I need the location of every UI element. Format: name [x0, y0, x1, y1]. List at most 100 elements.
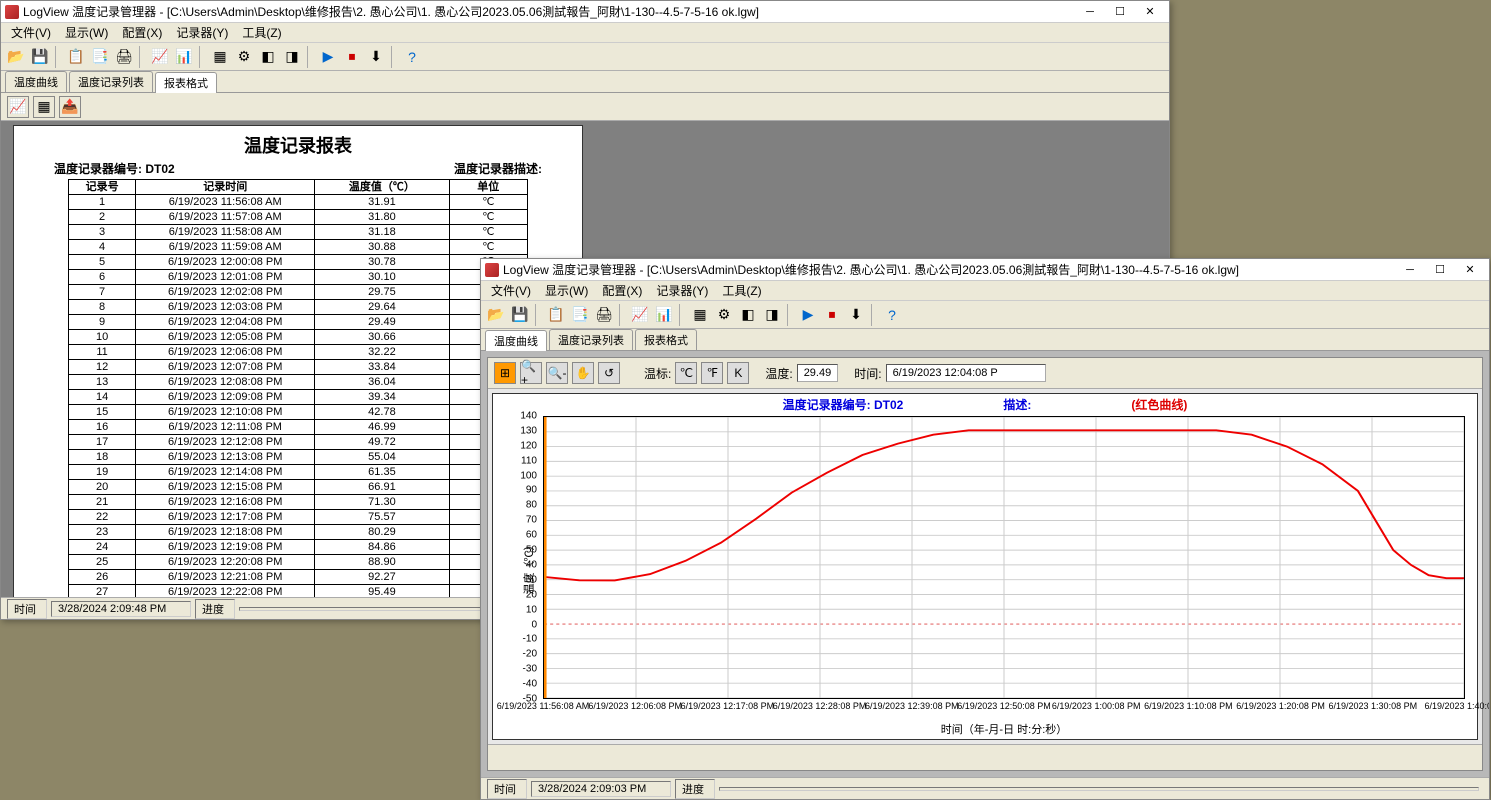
chart-legend: (红色曲线)	[1131, 396, 1187, 413]
tool-table-icon[interactable]: 📊	[173, 46, 195, 68]
tab-list[interactable]: 温度记录列表	[69, 71, 153, 92]
report-chart-icon[interactable]: 📈	[7, 96, 29, 118]
tool-download-icon[interactable]: ⬇	[845, 304, 867, 326]
app-icon	[485, 263, 499, 277]
tab-list[interactable]: 温度记录列表	[549, 329, 633, 350]
tab-report[interactable]: 报表格式	[635, 329, 697, 350]
status-time-label: 时间	[7, 599, 47, 619]
tab-curve[interactable]: 温度曲线	[5, 71, 67, 92]
tool-copy-icon[interactable]: 📑	[569, 304, 591, 326]
tool-box1-icon[interactable]: ◧	[257, 46, 279, 68]
tool-box2-icon[interactable]: ◨	[281, 46, 303, 68]
menu-tool[interactable]: 工具(Z)	[236, 22, 287, 43]
pan-icon[interactable]: ✋	[572, 362, 594, 384]
tool-open-icon[interactable]: 📂	[485, 304, 507, 326]
zoom-in-icon[interactable]: 🔍+	[520, 362, 542, 384]
table-row: 176/19/2023 12:12:08 PM49.72℃	[69, 435, 528, 450]
tool-copy-icon[interactable]: 📑	[89, 46, 111, 68]
tool-grid-icon[interactable]: ▦	[689, 304, 711, 326]
menu-view[interactable]: 显示(W)	[539, 280, 594, 301]
table-row: 106/19/2023 12:05:08 PM30.66℃	[69, 330, 528, 345]
table-row: 146/19/2023 12:09:08 PM39.34℃	[69, 390, 528, 405]
unit-celsius-button[interactable]: ℃	[675, 362, 697, 384]
menu-config[interactable]: 配置(X)	[116, 22, 168, 43]
time-value-field: 6/19/2023 12:04:08 P	[886, 364, 1046, 382]
report-export-icon[interactable]: 📤	[59, 96, 81, 118]
menu-file[interactable]: 文件(V)	[5, 22, 57, 43]
tool-table-icon[interactable]: 📊	[653, 304, 675, 326]
menu-tool[interactable]: 工具(Z)	[716, 280, 767, 301]
tool-save-as-icon[interactable]: 📋	[545, 304, 567, 326]
tool-download-icon[interactable]: ⬇	[365, 46, 387, 68]
report-toolbar: 📈 ▦ 📤	[1, 93, 1169, 121]
tool-open-icon[interactable]: 📂	[5, 46, 27, 68]
zoom-out-icon[interactable]: 🔍-	[546, 362, 568, 384]
reset-icon[interactable]: ↺	[598, 362, 620, 384]
tool-box2-icon[interactable]: ◨	[761, 304, 783, 326]
status-time: 3/28/2024 2:09:03 PM	[531, 781, 671, 797]
tool-grid-icon[interactable]: ▦	[209, 46, 231, 68]
tab-report[interactable]: 报表格式	[155, 72, 217, 93]
minimize-button[interactable]: ─	[1075, 3, 1105, 21]
plot[interactable]	[543, 416, 1465, 699]
recorder-id-label: 温度记录器编号: DT02	[54, 160, 175, 177]
tool-help-icon[interactable]: ?	[881, 304, 903, 326]
table-row: 116/19/2023 12:06:08 PM32.22℃	[69, 345, 528, 360]
menu-recorder[interactable]: 记录器(Y)	[170, 22, 234, 43]
x-ticks: 时间（年-月-日 时:分:秒） 6/19/2023 11:56:08 AM6/1…	[543, 701, 1465, 737]
x-axis-label: 时间（年-月-日 时:分:秒）	[941, 721, 1068, 737]
toolbar: 📂 💾 📋 📑 🖨 📈 📊 ▦ ⚙ ◧ ◨ ▶ ⏹ ⬇ ?	[1, 43, 1169, 71]
close-button[interactable]: ✕	[1135, 3, 1165, 21]
maximize-button[interactable]: ☐	[1425, 261, 1455, 279]
tool-help-icon[interactable]: ?	[401, 46, 423, 68]
tool-print-icon[interactable]: 🖨	[113, 46, 135, 68]
tabbar: 温度曲线 温度记录列表 报表格式	[1, 71, 1169, 93]
tool-print-icon[interactable]: 🖨	[593, 304, 615, 326]
menubar: 文件(V) 显示(W) 配置(X) 记录器(Y) 工具(Z)	[481, 281, 1489, 301]
menubar: 文件(V) 显示(W) 配置(X) 记录器(Y) 工具(Z)	[1, 23, 1169, 43]
menu-view[interactable]: 显示(W)	[59, 22, 114, 43]
table-row: 16/19/2023 11:56:08 AM31.91℃	[69, 195, 528, 210]
chart-desc-label: 描述:	[1003, 396, 1031, 413]
unit-fahrenheit-button[interactable]: ℉	[701, 362, 723, 384]
tool-chart-icon[interactable]: 📈	[149, 46, 171, 68]
tool-box1-icon[interactable]: ◧	[737, 304, 759, 326]
cursor-tool-icon[interactable]: ⊞	[494, 362, 516, 384]
unit-kelvin-button[interactable]: K	[727, 362, 749, 384]
tool-stop-icon[interactable]: ⏹	[341, 46, 363, 68]
temp-value-label: 温度:	[765, 365, 792, 382]
tool-play-icon[interactable]: ▶	[797, 304, 819, 326]
tool-save-as-icon[interactable]: 📋	[65, 46, 87, 68]
report-grid-icon[interactable]: ▦	[33, 96, 55, 118]
chart-scrollbar[interactable]	[488, 744, 1482, 770]
table-row: 196/19/2023 12:14:08 PM61.35℃	[69, 465, 528, 480]
minimize-button[interactable]: ─	[1395, 261, 1425, 279]
tab-curve[interactable]: 温度曲线	[485, 330, 547, 351]
table-row: 256/19/2023 12:20:08 PM88.90℃	[69, 555, 528, 570]
plot-svg	[544, 417, 1464, 698]
tool-save-icon[interactable]: 💾	[509, 304, 531, 326]
table-row: 186/19/2023 12:13:08 PM55.04℃	[69, 450, 528, 465]
titlebar: LogView 温度记录管理器 - [C:\Users\Admin\Deskto…	[481, 259, 1489, 281]
chart-header: 温度记录器编号: DT02 描述: (红色曲线)	[493, 394, 1477, 415]
table-row: 276/19/2023 12:22:08 PM95.49℃	[69, 585, 528, 598]
chart-area[interactable]: 温度记录器编号: DT02 描述: (红色曲线) 温度（℃） -50-40-30…	[492, 393, 1478, 740]
tool-chart-icon[interactable]: 📈	[629, 304, 651, 326]
tool-stop-icon[interactable]: ⏹	[821, 304, 843, 326]
menu-recorder[interactable]: 记录器(Y)	[650, 280, 714, 301]
window-chart: LogView 温度记录管理器 - [C:\Users\Admin\Deskto…	[480, 258, 1490, 800]
table-row: 216/19/2023 12:16:08 PM71.30℃	[69, 495, 528, 510]
time-value-label: 时间:	[854, 365, 881, 382]
maximize-button[interactable]: ☐	[1105, 3, 1135, 21]
tool-config-icon[interactable]: ⚙	[713, 304, 735, 326]
tool-save-icon[interactable]: 💾	[29, 46, 51, 68]
col-record-time: 记录时间	[136, 180, 315, 195]
close-button[interactable]: ✕	[1455, 261, 1485, 279]
menu-file[interactable]: 文件(V)	[485, 280, 537, 301]
table-row: 136/19/2023 12:08:08 PM36.04℃	[69, 375, 528, 390]
table-row: 226/19/2023 12:17:08 PM75.57℃	[69, 510, 528, 525]
titlebar: LogView 温度记录管理器 - [C:\Users\Admin\Deskto…	[1, 1, 1169, 23]
tool-play-icon[interactable]: ▶	[317, 46, 339, 68]
tool-config-icon[interactable]: ⚙	[233, 46, 255, 68]
menu-config[interactable]: 配置(X)	[596, 280, 648, 301]
